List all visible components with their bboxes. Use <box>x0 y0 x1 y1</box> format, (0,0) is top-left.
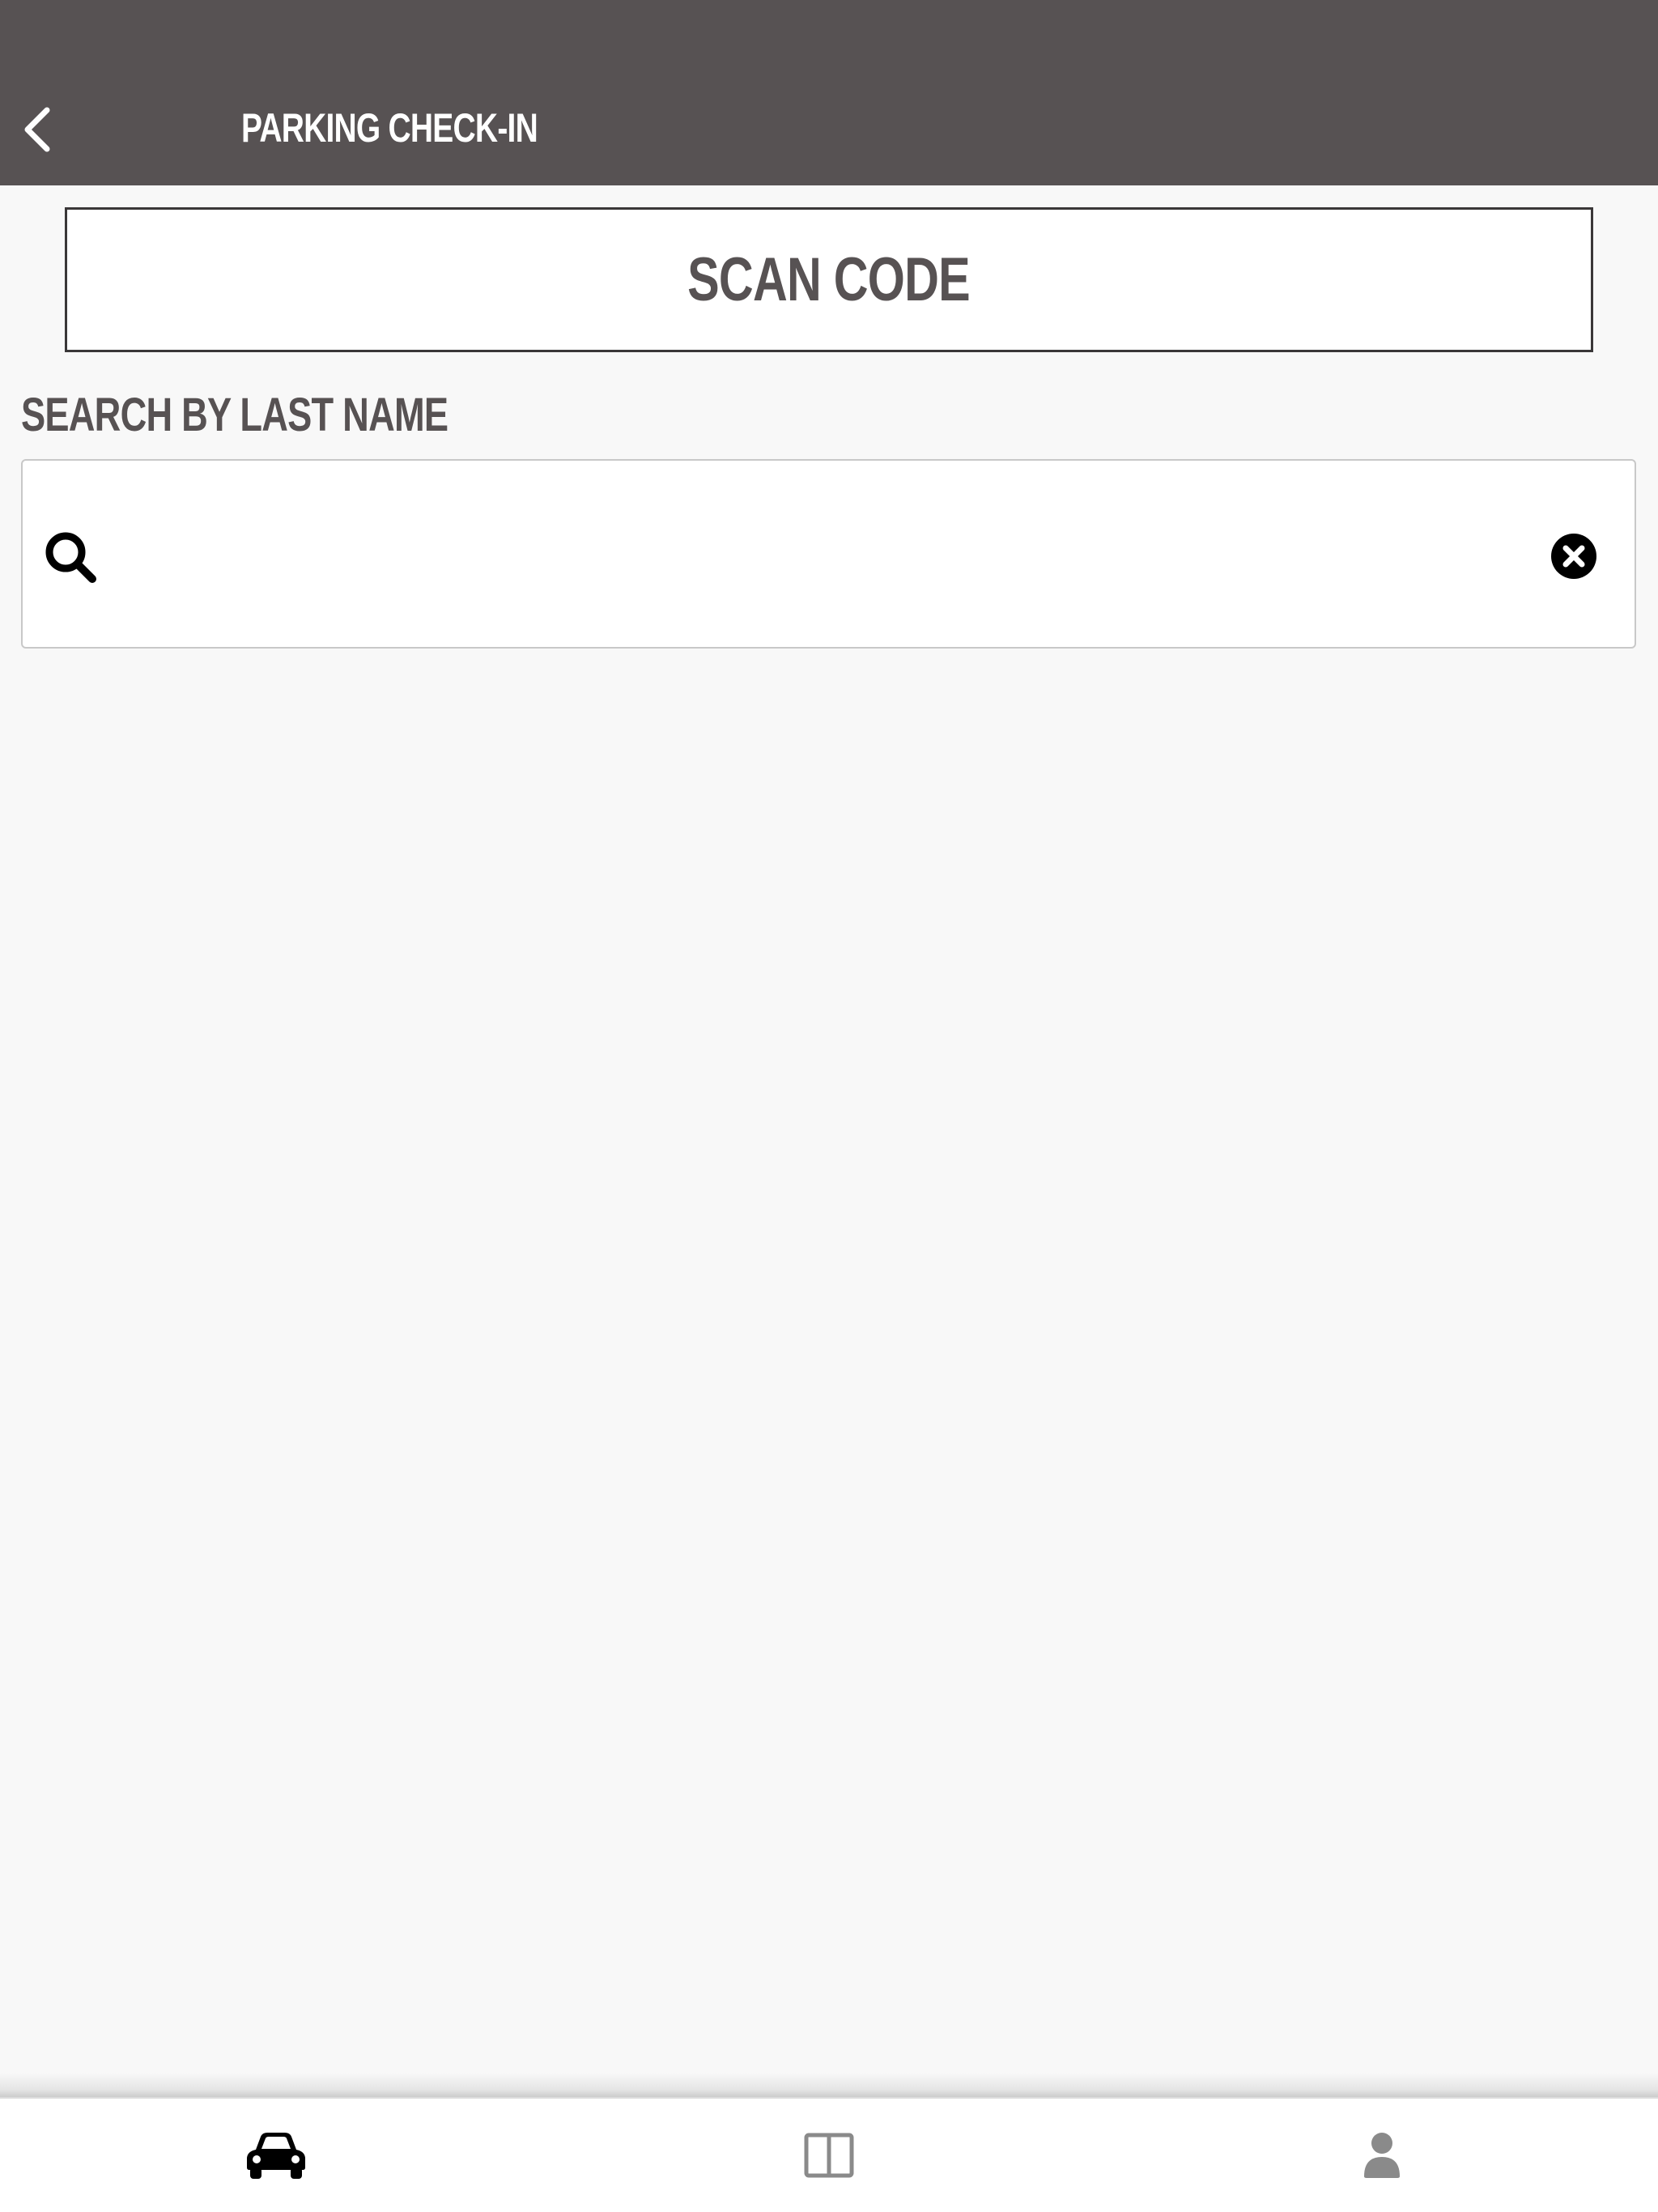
clear-circle-icon[interactable] <box>1550 532 1598 581</box>
chevron-left-icon <box>24 107 50 152</box>
top-app-bar: PARKING CHECK-IN <box>0 0 1658 185</box>
search-section-label: SEARCH BY LAST NAME <box>21 389 449 441</box>
tab-layout[interactable] <box>553 2099 1105 2212</box>
back-button[interactable] <box>11 97 63 162</box>
tab-profile[interactable] <box>1106 2099 1658 2212</box>
columns-icon <box>804 2133 854 2178</box>
page-title: PARKING CHECK-IN <box>241 105 538 151</box>
search-field <box>21 459 1636 649</box>
scan-code-button[interactable]: SCAN CODE <box>65 207 1593 352</box>
car-icon <box>247 2133 305 2179</box>
scan-code-label: SCAN CODE <box>687 245 971 314</box>
user-icon <box>1364 2133 1400 2178</box>
app-root: PARKING CHECK-IN SCAN CODE SEARCH BY LAS… <box>0 0 1658 2212</box>
tab-parking[interactable] <box>0 2099 552 2212</box>
tabbar-shadow <box>0 2073 1658 2097</box>
bottom-tab-bar <box>0 2097 1658 2212</box>
last-name-search-input[interactable] <box>128 509 1504 600</box>
search-icon <box>45 532 96 583</box>
